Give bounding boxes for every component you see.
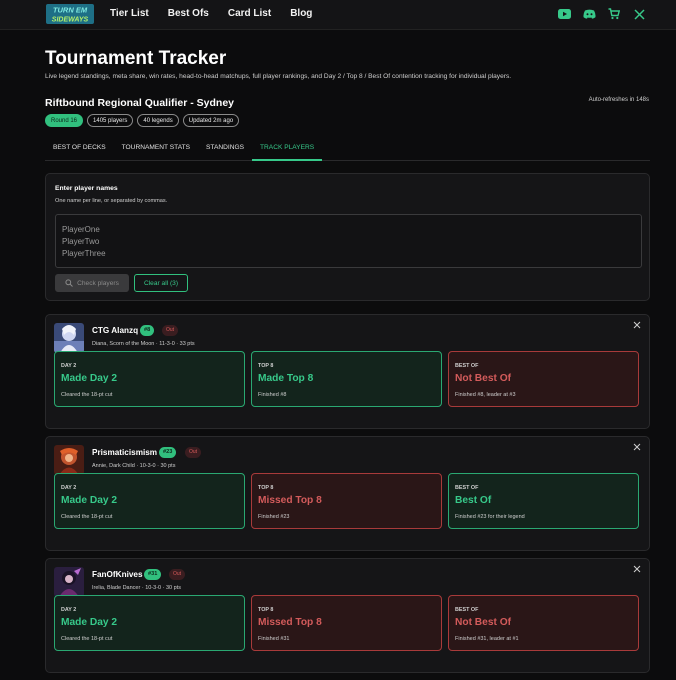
status-label: DAY 2: [61, 363, 77, 369]
status-detail: Finished #23 for their legend: [455, 514, 525, 520]
status-label: TOP 8: [258, 607, 274, 613]
close-icon[interactable]: [632, 320, 642, 330]
player-meta: Irelia, Blade Dancer · 10-3-0 · 30 pts: [92, 585, 181, 591]
best-of-status: BEST OF Not Best Of Finished #8, leader …: [448, 351, 639, 407]
page-title: Tournament Tracker: [45, 48, 227, 69]
event-pills: Round 16 1405 players 40 legends Updated…: [45, 114, 240, 127]
status-detail: Cleared the 18-pt cut: [61, 636, 113, 642]
tab-standings[interactable]: STANDINGS: [198, 136, 252, 161]
status-detail: Finished #31: [258, 636, 290, 642]
player-card: FanOfKnives #31 Out Irelia, Blade Dancer…: [45, 558, 650, 673]
day2-status: DAY 2 Made Day 2 Cleared the 18-pt cut: [54, 595, 245, 651]
status-value: Best Of: [455, 495, 492, 506]
tab-bar: BEST OF DECKS TOURNAMENT STATS STANDINGS…: [45, 136, 650, 161]
tab-best-of-decks[interactable]: BEST OF DECKS: [45, 136, 114, 161]
status-value: Made Day 2: [61, 495, 118, 506]
svg-text:SIDEWAYS: SIDEWAYS: [52, 17, 89, 24]
rank-badge: #31: [144, 569, 162, 580]
page-subtitle: Live legend standings, meta share, win r…: [45, 73, 512, 80]
nav-link-card-list[interactable]: Card List: [228, 8, 271, 19]
status-detail: Finished #8: [258, 392, 287, 398]
cart-icon[interactable]: [607, 7, 621, 21]
player-names-textarea[interactable]: PlayerOne PlayerTwo PlayerThree: [55, 214, 642, 268]
status-detail: Finished #31, leader at #1: [455, 636, 519, 642]
close-icon[interactable]: [632, 564, 642, 574]
updated-badge: Updated 2m ago: [182, 114, 240, 127]
site-logo[interactable]: TURN EM SIDEWAYS: [45, 3, 95, 25]
player-card: CTG Alanzq #8 Out Diana, Scorn of the Mo…: [45, 314, 650, 429]
clear-all-button[interactable]: Clear all (3): [134, 274, 188, 292]
input-panel-title: Enter player names: [55, 185, 118, 192]
status-badge: Out: [169, 569, 186, 580]
event-title: Riftbound Regional Qualifier - Sydney: [45, 97, 235, 109]
status-label: BEST OF: [455, 485, 479, 491]
rank-badge: #8: [140, 325, 155, 336]
player-input-panel: Enter player names One name per line, or…: [45, 173, 650, 301]
status-label: TOP 8: [258, 485, 274, 491]
rank-badge: #23: [159, 447, 177, 458]
input-panel-hint: One name per line, or separated by comma…: [55, 198, 168, 204]
players-badge: 1405 players: [87, 114, 134, 127]
avatar: [54, 445, 84, 475]
day2-status: DAY 2 Made Day 2 Cleared the 18-pt cut: [54, 351, 245, 407]
best-of-status: BEST OF Not Best Of Finished #31, leader…: [448, 595, 639, 651]
discord-icon[interactable]: [582, 7, 596, 21]
round-badge: Round 16: [45, 114, 84, 127]
status-label: BEST OF: [455, 607, 479, 613]
top8-status: TOP 8 Made Top 8 Finished #8: [251, 351, 442, 407]
top8-status: TOP 8 Missed Top 8 Finished #31: [251, 595, 442, 651]
status-value: Not Best Of: [455, 617, 512, 628]
check-players-button[interactable]: Check players: [55, 274, 129, 292]
check-players-label: Check players: [77, 279, 119, 287]
day2-status: DAY 2 Made Day 2 Cleared the 18-pt cut: [54, 473, 245, 529]
avatar: [54, 567, 84, 597]
top8-status: TOP 8 Missed Top 8 Finished #23: [251, 473, 442, 529]
status-label: DAY 2: [61, 607, 77, 613]
status-value: Missed Top 8: [258, 495, 322, 506]
svg-text:TURN EM: TURN EM: [53, 6, 88, 15]
nav-link-best-ofs[interactable]: Best Ofs: [168, 8, 209, 19]
best-of-status: BEST OF Best Of Finished #23 for their l…: [448, 473, 639, 529]
status-detail: Finished #8, leader at #3: [455, 392, 516, 398]
player-name: FanOfKnives: [92, 570, 143, 579]
x-icon[interactable]: [632, 7, 646, 21]
nav-link-blog[interactable]: Blog: [290, 8, 312, 19]
refresh-countdown: Auto-refreshes in 148s: [588, 97, 649, 103]
legends-badge: 40 legends: [137, 114, 179, 127]
status-value: Not Best Of: [455, 373, 512, 384]
status-label: DAY 2: [61, 485, 77, 491]
youtube-icon[interactable]: [557, 7, 571, 21]
status-value: Made Top 8: [258, 373, 314, 384]
close-icon[interactable]: [632, 442, 642, 452]
status-label: BEST OF: [455, 363, 479, 369]
status-value: Missed Top 8: [258, 617, 322, 628]
search-icon: [65, 279, 73, 287]
status-value: Made Day 2: [61, 373, 118, 384]
player-meta: Diana, Scorn of the Moon · 11-3-0 · 33 p…: [92, 341, 195, 347]
avatar: [54, 323, 84, 353]
player-card: Prismaticismism #23 Out Annie, Dark Chil…: [45, 436, 650, 551]
status-detail: Finished #23: [258, 514, 290, 520]
top-nav: TURN EM SIDEWAYS Tier List Best Ofs Card…: [0, 0, 676, 30]
status-label: TOP 8: [258, 363, 274, 369]
status-detail: Cleared the 18-pt cut: [61, 514, 113, 520]
player-name: CTG Alanzq: [92, 326, 139, 335]
tab-tournament-stats[interactable]: TOURNAMENT STATS: [114, 136, 198, 161]
player-name: Prismaticismism: [92, 448, 158, 457]
tab-track-players[interactable]: TRACK PLAYERS: [252, 136, 323, 161]
status-value: Made Day 2: [61, 617, 118, 628]
status-detail: Cleared the 18-pt cut: [61, 392, 113, 398]
player-meta: Annie, Dark Child · 10-3-0 · 30 pts: [92, 463, 176, 469]
status-badge: Out: [162, 325, 179, 336]
status-badge: Out: [185, 447, 202, 458]
nav-link-tier-list[interactable]: Tier List: [110, 8, 149, 19]
